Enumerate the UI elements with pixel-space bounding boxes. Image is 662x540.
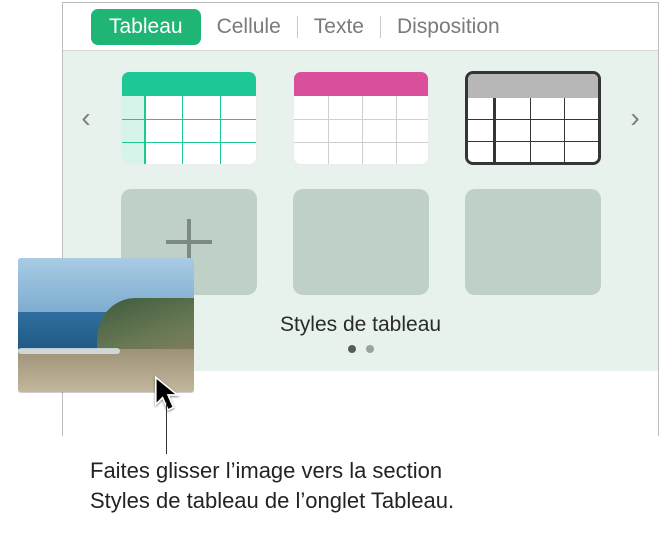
chevron-right-icon[interactable]: ›: [620, 102, 650, 134]
inspector-tabs: Tableau Cellule Texte Disposition: [63, 3, 658, 51]
table-style-gray-bold[interactable]: [465, 71, 601, 165]
empty-style-slot[interactable]: [293, 189, 429, 295]
page-dot[interactable]: [348, 345, 356, 353]
tab-tableau[interactable]: Tableau: [91, 9, 201, 45]
empty-style-slot[interactable]: [465, 189, 601, 295]
page-dot[interactable]: [366, 345, 374, 353]
callout-line-1: Faites glisser l’image vers la section: [90, 456, 630, 486]
callout-line-2: Styles de tableau de l’onglet Tableau.: [90, 486, 630, 516]
callout-leader-line: [166, 402, 167, 454]
table-style-thumbnails: [63, 71, 658, 165]
tab-cellule[interactable]: Cellule: [201, 7, 297, 47]
table-style-pink[interactable]: [293, 71, 429, 165]
dragged-image-thumbnail[interactable]: [18, 258, 194, 392]
table-style-teal[interactable]: [121, 71, 257, 165]
tab-texte[interactable]: Texte: [298, 7, 380, 47]
callout-text: Faites glisser l’image vers la section S…: [90, 456, 630, 515]
tab-disposition[interactable]: Disposition: [381, 7, 516, 47]
